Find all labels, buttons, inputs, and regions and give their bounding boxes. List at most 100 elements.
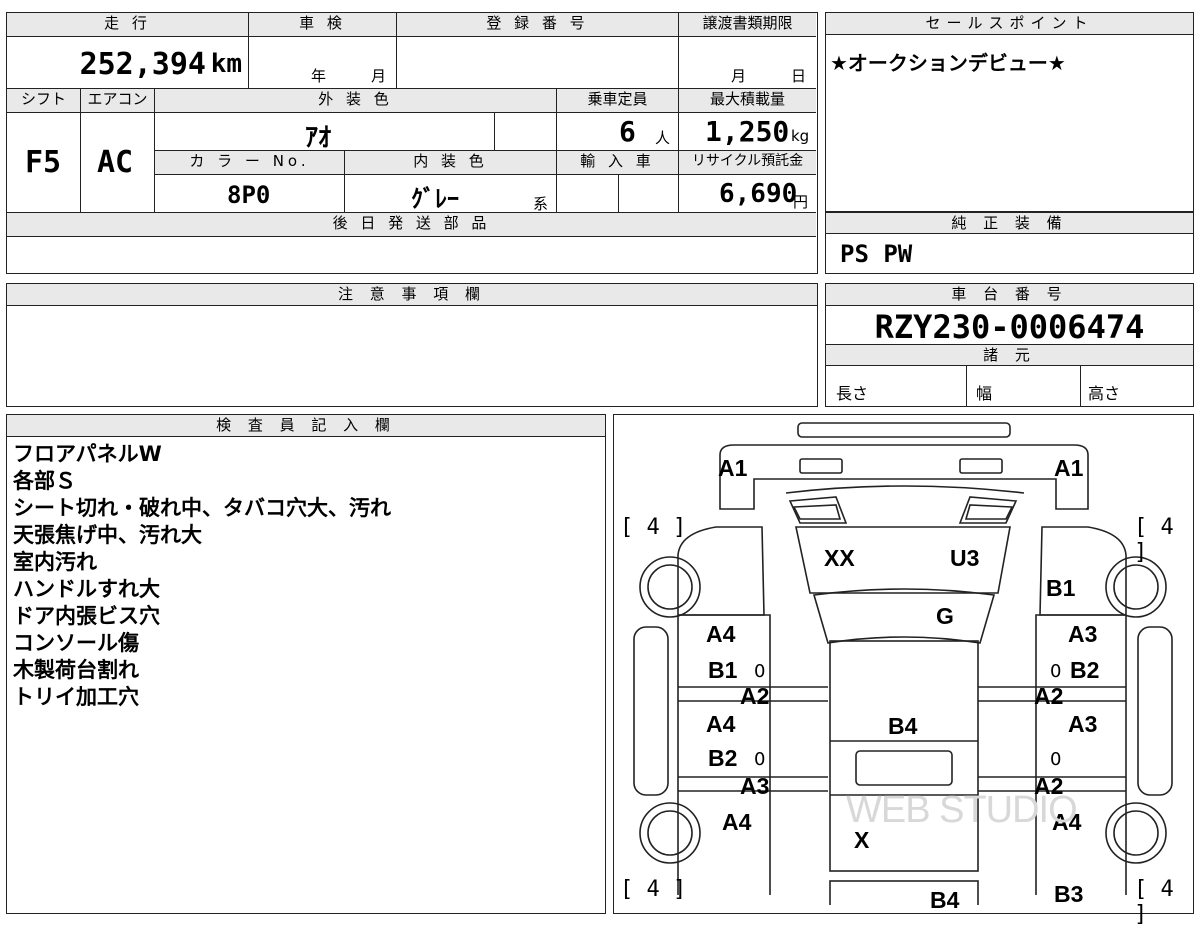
mark-center: B4: [888, 713, 918, 739]
label-transfer-deadline: 譲渡書類期限: [679, 13, 816, 37]
mileage-value: 252,394: [79, 47, 206, 82]
mark-bottom-right: B3: [1054, 881, 1084, 907]
mark-left-step-1: A2: [740, 683, 770, 709]
label-aircon: エアコン: [81, 89, 155, 113]
summary-table: 走 行 車 検 登 録 番 号 譲渡書類期限 252,394 km 年 月 月 …: [6, 12, 818, 274]
inspector-lines: フロアパネルW 各部Ｓ シート切れ・破れ中、タバコ穴大、汚れ 天張焦げ中、汚れ大…: [13, 441, 391, 711]
label-later-parts: 後 日 発 送 部 品: [7, 213, 816, 237]
label-recycle-fee: リサイクル預託金: [679, 151, 816, 175]
label-registration: 登 録 番 号: [397, 13, 679, 37]
inspector-line: コンソール傷: [13, 631, 139, 655]
sales-point-text: ★オークションデビュー★: [830, 51, 1066, 75]
mark-windshield-right: U3: [950, 545, 980, 571]
inspector-line: 室内汚れ: [13, 550, 97, 574]
mark-right-fender: B1: [1046, 575, 1076, 601]
genuine-equipment-text: PS PW: [840, 240, 913, 268]
tire-mark-rear-left: [ 4 ]: [620, 877, 687, 902]
mileage-cell: 252,394 km: [7, 37, 249, 89]
genuine-equipment-label: 純 正 装 備: [826, 212, 1193, 234]
label-color-no: カ ラ ー No.: [155, 151, 345, 175]
inspector-label: 検 査 員 記 入 欄: [7, 415, 605, 437]
label-max-load: 最大積載量: [679, 89, 816, 113]
interior-color-value: ｸﾞﾚｰ: [411, 185, 459, 213]
shift-value: F5: [25, 145, 62, 180]
notes-box: 注 意 事 項 欄: [6, 283, 818, 407]
watermark: WEB STUDIO: [846, 789, 1078, 831]
interior-color-suffix: 系: [533, 195, 549, 213]
sales-point-box: セールスポイント ★オークションデビュー★: [825, 12, 1194, 212]
notes-label: 注 意 事 項 欄: [7, 284, 817, 306]
inspector-box: 検 査 員 記 入 欄 フロアパネルW 各部Ｓ シート切れ・破れ中、タバコ穴大、…: [6, 414, 606, 914]
specs-label: 諸 元: [826, 344, 1193, 366]
inspection-cell: 年 月: [249, 37, 397, 89]
capacity-value: 6: [619, 115, 636, 148]
aircon-cell: AC: [81, 113, 155, 213]
zero-mark: 0: [1050, 661, 1062, 682]
mark-hood: G: [936, 603, 954, 629]
mark-front-left: A1: [718, 455, 748, 481]
height-label: 高さ: [1088, 384, 1121, 403]
inspector-line: 天張焦げ中、汚れ大: [13, 523, 202, 547]
mark-bottom-center: B4: [930, 887, 960, 913]
inspector-line: ハンドルすれ大: [13, 577, 160, 601]
deadline-cell: 月 日: [679, 37, 816, 89]
inspector-line: シート切れ・破れ中、タバコ穴大、汚れ: [13, 496, 391, 520]
label-import: 輸 入 車: [557, 151, 679, 175]
inspector-line: 各部Ｓ: [13, 469, 76, 493]
zero-mark: 0: [1050, 749, 1062, 770]
tire-mark-rear-right: [ 4 ]: [1134, 877, 1174, 927]
deadline-month-unit: 月: [731, 67, 747, 85]
exterior-color-extra-cell: [495, 113, 557, 151]
aircon-value: AC: [97, 145, 134, 180]
label-shift: シフト: [7, 89, 81, 113]
mark-front-right: A1: [1054, 455, 1084, 481]
recycle-fee-cell: 6,690 円: [679, 175, 816, 213]
mark-right-rear-door: A3: [1068, 711, 1098, 737]
mark-right-front-door-b: B2: [1070, 657, 1100, 683]
mark-left-step-2: A3: [740, 773, 770, 799]
capacity-unit: 人: [655, 129, 671, 147]
capacity-cell: 6 人: [557, 113, 679, 151]
mark-left-rear-door-b: B2: [708, 745, 738, 771]
inspector-line: トリイ加工穴: [13, 685, 139, 709]
inspector-line: 木製荷台割れ: [13, 658, 139, 682]
sales-point-label: セールスポイント: [826, 13, 1193, 35]
mark-left-front-door-b: B1: [708, 657, 738, 683]
recycle-fee-unit: 円: [793, 193, 809, 211]
shift-cell: F5: [7, 113, 81, 213]
length-label: 長さ: [836, 384, 869, 403]
zero-mark: 0: [754, 749, 766, 770]
mark-right-step-1: A2: [1034, 683, 1064, 709]
tire-mark-front-left: [ 4 ]: [620, 515, 687, 540]
chassis-label: 車 台 番 号: [826, 284, 1193, 306]
inspector-line: フロアパネルW: [13, 442, 162, 466]
max-load-cell: 1,250 kg: [679, 113, 816, 151]
label-inspection: 車 検: [249, 13, 397, 37]
max-load-unit: kg: [791, 127, 810, 145]
inspection-year-unit: 年: [311, 67, 327, 85]
label-interior-color: 内 装 色: [345, 151, 557, 175]
mark-right-front-door-a: A3: [1068, 621, 1098, 647]
color-no-value: 8P0: [227, 181, 271, 209]
damage-diagram: [ 4 ] [ 4 ] [ 4 ] [ 4 ] A1 A1 XX U3 B1 G…: [613, 414, 1194, 927]
genuine-equipment-box: 純 正 装 備 PS PW: [825, 212, 1194, 274]
max-load-value: 1,250: [705, 115, 790, 148]
registration-cell: [397, 37, 679, 89]
chassis-box: 車 台 番 号 RZY230-0006474 諸 元 長さ 幅 高さ: [825, 283, 1194, 407]
exterior-color-cell: ｱｵ: [155, 113, 495, 153]
recycle-fee-value: 6,690: [719, 179, 798, 209]
import-cell-b: [619, 175, 679, 213]
label-capacity: 乗車定員: [557, 89, 679, 113]
mark-left-rear-door-a: A4: [706, 711, 736, 737]
inspection-month-unit: 月: [371, 67, 387, 85]
import-cell-a: [557, 175, 619, 213]
chassis-number: RZY230-0006474: [874, 308, 1145, 346]
interior-color-cell: ｸﾞﾚｰ 系: [345, 175, 557, 213]
label-exterior-color: 外 装 色: [155, 89, 557, 113]
zero-mark: 0: [754, 661, 766, 682]
mark-left-front-door-a: A4: [706, 621, 736, 647]
label-mileage: 走 行: [7, 13, 249, 37]
color-no-cell: 8P0: [155, 175, 345, 213]
mileage-unit: km: [210, 49, 242, 79]
mark-left-rear: A4: [722, 809, 752, 835]
